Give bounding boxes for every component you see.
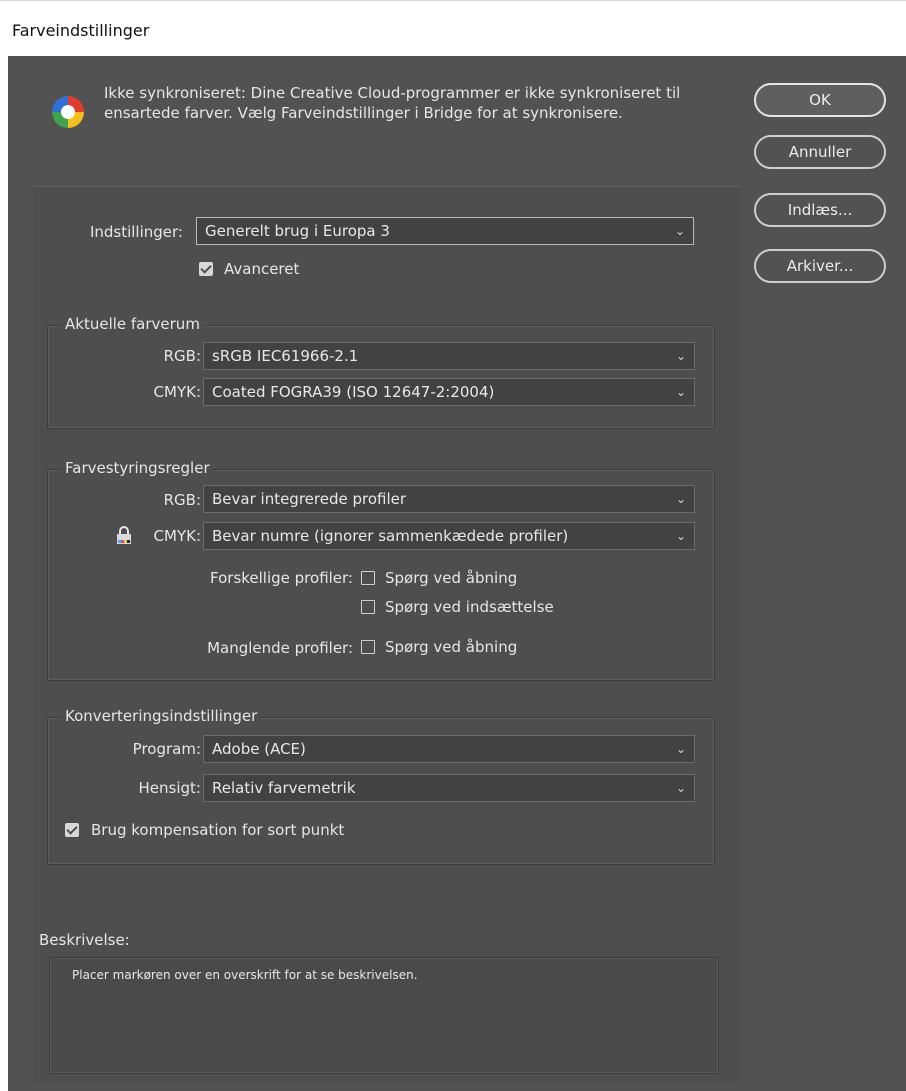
advanced-label[interactable]: Avanceret <box>224 260 299 278</box>
working-rgb-label: RGB: <box>163 347 201 365</box>
black-point-compensation-label[interactable]: Brug kompensation for sort punkt <box>91 821 344 839</box>
mismatch-ask-paste-checkbox[interactable] <box>361 600 375 614</box>
policy-cmyk-label: CMYK: <box>153 527 201 545</box>
description-label: Beskrivelse: <box>39 931 130 949</box>
cancel-button[interactable]: Annuller <box>754 135 886 169</box>
description-box: Placer markøren over en overskrift for a… <box>49 957 719 1074</box>
mismatch-ask-paste-label[interactable]: Spørg ved indsættelse <box>385 598 554 616</box>
working-cmyk-select[interactable]: Coated FOGRA39 (ISO 12647-2:2004) ⌄ <box>203 378 695 406</box>
settings-select[interactable]: Generelt brug i Europa 3 ⌄ <box>196 217 694 245</box>
sync-notice-line-2: ensartede farver. Vælg Farveindstillinge… <box>104 104 623 122</box>
policies-legend: Farvestyringsregler <box>61 459 214 477</box>
policy-rgb-value: Bevar integrerede profiler <box>212 490 407 508</box>
engine-select[interactable]: Adobe (ACE) ⌄ <box>203 735 695 763</box>
chevron-down-icon: ⌄ <box>674 224 685 238</box>
missing-ask-open-checkbox[interactable] <box>361 640 375 654</box>
working-cmyk-label: CMYK: <box>153 383 201 401</box>
settings-label: Indstillinger: <box>89 223 183 241</box>
intent-label: Hensigt: <box>138 779 201 797</box>
conversion-legend: Konverteringsindstillinger <box>61 707 262 725</box>
sync-notice-line-1: Ikke synkroniseret: Dine Creative Cloud-… <box>104 84 681 102</box>
color-settings-dialog: Ikke synkroniseret: Dine Creative Cloud-… <box>8 56 906 1091</box>
policy-cmyk-select[interactable]: Bevar numre (ignorer sammenkædede profil… <box>203 522 695 550</box>
engine-value: Adobe (ACE) <box>212 740 306 758</box>
engine-label: Program: <box>132 740 201 758</box>
settings-select-value: Generelt brug i Europa 3 <box>205 222 390 240</box>
window-title: Farveindstillinger <box>12 21 150 40</box>
missing-ask-open-label[interactable]: Spørg ved åbning <box>385 638 517 656</box>
ok-button[interactable]: OK <box>754 83 886 117</box>
chevron-down-icon: ⌄ <box>675 385 686 399</box>
black-point-compensation-checkbox[interactable] <box>65 823 79 837</box>
policy-rgb-select[interactable]: Bevar integrerede profiler ⌄ <box>203 485 695 513</box>
working-cmyk-value: Coated FOGRA39 (ISO 12647-2:2004) <box>212 383 495 401</box>
chevron-down-icon: ⌄ <box>675 742 686 756</box>
policy-rgb-label: RGB: <box>163 491 201 509</box>
mismatch-ask-open-label[interactable]: Spørg ved åbning <box>385 569 517 587</box>
intent-value: Relativ farvemetrik <box>212 779 356 797</box>
working-rgb-value: sRGB IEC61966-2.1 <box>212 347 359 365</box>
lock-icon <box>117 526 131 544</box>
advanced-checkbox[interactable] <box>199 262 213 276</box>
chevron-down-icon: ⌄ <box>675 492 686 506</box>
chevron-down-icon: ⌄ <box>675 529 686 543</box>
policy-cmyk-value: Bevar numre (ignorer sammenkædede profil… <box>212 527 569 545</box>
chevron-down-icon: ⌄ <box>675 781 686 795</box>
title-bar: Farveindstillinger <box>0 0 906 57</box>
intent-select[interactable]: Relativ farvemetrik ⌄ <box>203 774 695 802</box>
color-sync-icon <box>52 96 84 128</box>
mismatch-ask-open-checkbox[interactable] <box>361 571 375 585</box>
save-button[interactable]: Arkiver... <box>754 249 886 283</box>
sync-notice: Ikke synkroniseret: Dine Creative Cloud-… <box>104 83 744 123</box>
mismatch-label: Forskellige profiler: <box>210 569 353 587</box>
working-rgb-select[interactable]: sRGB IEC61966-2.1 ⌄ <box>203 342 695 370</box>
working-spaces-group <box>47 325 715 429</box>
description-text: Placer markøren over en overskrift for a… <box>72 968 418 982</box>
chevron-down-icon: ⌄ <box>675 349 686 363</box>
load-button[interactable]: Indlæs... <box>754 193 886 227</box>
missing-label: Manglende profiler: <box>207 639 353 657</box>
working-spaces-legend: Aktuelle farverum <box>61 315 204 333</box>
settings-panel: Indstillinger: Generelt brug i Europa 3 … <box>33 186 741 1082</box>
